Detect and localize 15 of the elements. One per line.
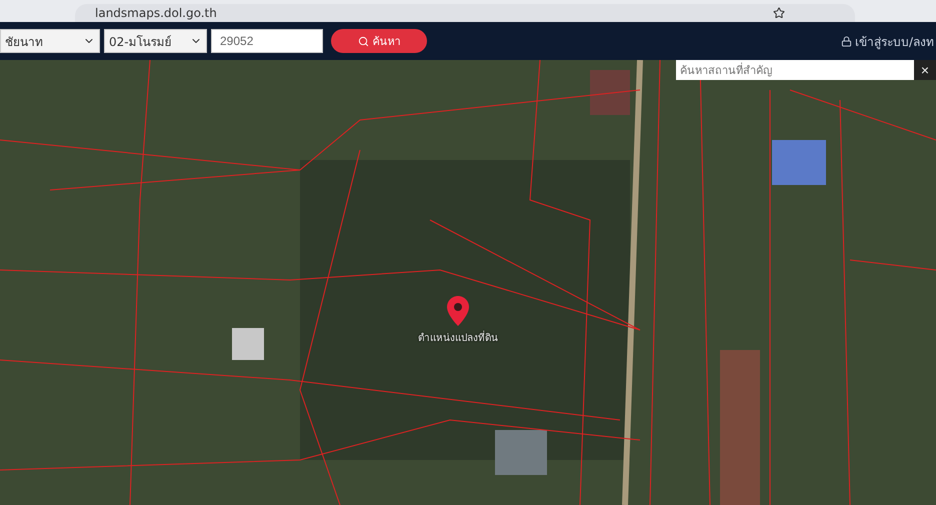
marker-label: ตำแหน่งแปลงที่ดิน (418, 330, 498, 345)
map-pin-icon (447, 296, 469, 326)
close-button[interactable]: × (914, 60, 936, 80)
login-link[interactable]: เข้าสู่ระบบ/ลงท (840, 32, 936, 50)
search-icon (358, 36, 368, 46)
province-dropdown[interactable]: ชัยนาท (0, 29, 100, 53)
address-bar[interactable]: landsmaps.dol.go.th (75, 4, 855, 22)
satellite-map[interactable]: ค้นหาสถานที่สำคัญ × ตำแหน่งแปลงที่ดิน (0, 60, 936, 505)
url-text: landsmaps.dol.go.th (95, 6, 217, 20)
search-button[interactable]: ค้นหา (331, 29, 427, 53)
place-search-field[interactable]: ค้นหาสถานที่สำคัญ (676, 60, 914, 80)
star-icon[interactable] (773, 7, 785, 19)
parcel-number-field[interactable]: 29052 (211, 29, 323, 53)
lock-icon (840, 36, 852, 46)
district-dropdown[interactable]: 02-มโนรมย์ (104, 29, 207, 53)
